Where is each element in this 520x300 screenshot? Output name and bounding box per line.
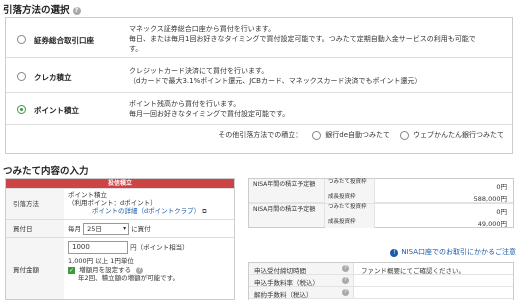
- fee-row: 申込受付締切時間? ファンド概要にてご確認ください。: [249, 263, 513, 275]
- nisa-row: NISA月間の積立予定額 つみたて投資枠 0円 成長投資枠 49,000円: [249, 203, 513, 228]
- increase-checkbox[interactable]: ✓: [68, 266, 75, 274]
- other-methods-prefix: その他引落方法での積立：: [218, 131, 303, 139]
- fee-row: 申込手数料率（税込）?: [249, 275, 513, 287]
- help-icon[interactable]: ?: [342, 265, 349, 272]
- row-date: 買付日 毎月 25日 に買付: [6, 219, 234, 237]
- row-amount: 買付金額 1000 円（ポイント相当） 1,000円 以上 1円単位 ✓ 増額月…: [6, 237, 234, 299]
- method-name: ポイント積立: [68, 191, 107, 199]
- fee-value: ファンド概要にてご確認ください。: [361, 267, 465, 275]
- nisa-value: 0円: [496, 208, 507, 216]
- method-desc-line: す。: [129, 45, 143, 53]
- nisa-value: 588,000円: [473, 195, 507, 203]
- input-panel: 投信積立 引落方法 ポイント積立 （利用ポイント：dポイント） ポイントの詳細（…: [5, 178, 235, 300]
- method-desc-line: （dカードで最大3.1%ポイント還元、JCBカード、マネックスカード決済でもポイ…: [129, 77, 422, 85]
- row-label: 引落方法: [6, 189, 64, 219]
- nisa-sub-label: 成長投資枠: [325, 216, 375, 228]
- help-icon[interactable]: ?: [72, 6, 81, 15]
- method-desc-line: ポイント残高から買付を行います。: [129, 100, 241, 108]
- method-desc-line: クレジットカード決済にて買付を行います。: [129, 67, 269, 75]
- date-suffix: に買付: [131, 225, 151, 233]
- nisa-value: 0円: [496, 183, 507, 191]
- nisa-note-text[interactable]: NISA口座でのお取引にかかるご注意: [401, 248, 516, 256]
- row-method: 引落方法 ポイント積立 （利用ポイント：dポイント） ポイントの詳細（dポイント…: [6, 188, 234, 219]
- date-select[interactable]: 25日: [83, 223, 130, 235]
- help-icon[interactable]: ?: [136, 266, 144, 274]
- radio-bank-auto[interactable]: [312, 130, 322, 140]
- amount-unit: 円（ポイント相当）: [130, 243, 189, 252]
- nisa-note-link[interactable]: ! NISA口座でのお取引にかかるご注意: [390, 247, 516, 257]
- method-label: クレカ積立: [34, 73, 72, 82]
- section-title-payment-method: 引落方法の選択?: [3, 2, 81, 16]
- method-label: 証券総合取引口座: [34, 36, 94, 45]
- point-detail-link[interactable]: ポイントの詳細（dポイントクラブ）: [92, 207, 200, 215]
- nisa-row: NISA年間の積立予定額 つみたて投資枠 0円 成長投資枠 588,000円: [249, 179, 513, 203]
- row-label: 買付日: [6, 220, 64, 237]
- method-description: クレジットカード決済にて買付を行います。 （dカードで最大3.1%ポイント還元、…: [129, 66, 509, 86]
- section-title-input: つみたて内容の入力: [3, 166, 89, 177]
- payment-method-box: 証券総合取引口座 マネックス証券総合口座から買付を行います。 毎日、または毎月1…: [5, 17, 513, 154]
- input-panel-header: 投信積立: [6, 179, 234, 188]
- radio-point[interactable]: [17, 105, 26, 114]
- external-link-icon: ⧉: [202, 208, 207, 215]
- other-methods: その他引落方法での積立： 銀行de自動つみたて ウェブかんたん銀行つみたて: [218, 130, 504, 140]
- increase-note: 年2回、積立額の増額が可能です。: [78, 274, 179, 282]
- method-description: マネックス証券総合口座から買付を行います。 毎日、または毎月1回お好きなタイミン…: [129, 24, 509, 54]
- method-desc-line: 毎日、または毎月1回お好きなタイミングで買付設定可能です。つみたて定期自動入金サ…: [129, 35, 476, 43]
- method-label: ポイント積立: [34, 106, 79, 115]
- fee-label: 申込手数料率（税込）?: [249, 275, 354, 287]
- fee-row: 解約手数料（税込）?: [249, 287, 513, 299]
- info-icon: !: [390, 249, 399, 257]
- method-description: ポイント残高から買付を行います。 毎月一回お好きなタイミングで買付設定可能です。: [129, 99, 509, 119]
- nisa-sub-label: つみたて投資枠: [325, 204, 375, 216]
- nisa-sub-label: 成長投資枠: [325, 191, 375, 203]
- radio-web-bank[interactable]: [400, 130, 409, 140]
- nisa-plan-table: NISA年間の積立予定額 つみたて投資枠 0円 成長投資枠 588,000円 N…: [248, 178, 514, 228]
- help-icon[interactable]: ?: [342, 289, 349, 296]
- nisa-value: 49,000円: [477, 220, 507, 228]
- method-desc-line: 毎月一回お好きなタイミングで買付設定可能です。: [129, 110, 290, 118]
- fee-label: 解約手数料（税込）?: [249, 287, 354, 299]
- date-value: 毎月 25日 に買付: [68, 223, 151, 235]
- method-value: ポイント積立 （利用ポイント：dポイント） ポイントの詳細（dポイントクラブ） …: [68, 191, 207, 216]
- other-method-label[interactable]: ウェブかんたん銀行つみたて: [413, 130, 504, 140]
- date-prefix: 毎月: [68, 225, 81, 233]
- row-label: 買付金額: [6, 238, 64, 299]
- amount-min: 1,000円 以上 1円単位: [68, 257, 134, 265]
- method-desc-line: マネックス証券総合口座から買付を行います。: [129, 25, 276, 33]
- amount-input[interactable]: 1000: [68, 241, 128, 254]
- help-icon[interactable]: ?: [342, 277, 349, 284]
- nisa-main-label: NISA年間の積立予定額: [249, 179, 325, 202]
- radio-credit-card[interactable]: [17, 72, 26, 81]
- fee-label: 申込受付締切時間?: [249, 263, 354, 275]
- other-method-label[interactable]: 銀行de自動つみたて: [325, 130, 390, 140]
- increase-label[interactable]: 増額月を設定する: [79, 266, 131, 274]
- nisa-main-label: NISA月間の積立予定額: [249, 204, 325, 227]
- radio-securities-account[interactable]: [17, 35, 26, 44]
- method-option-credit-card[interactable]: クレカ積立 クレジットカード決済にて買付を行います。 （dカードで最大3.1%ポ…: [6, 58, 512, 93]
- method-option-securities-account[interactable]: 証券総合取引口座 マネックス証券総合口座から買付を行います。 毎日、または毎月1…: [6, 18, 512, 58]
- amount-value: 1000 円（ポイント相当） 1,000円 以上 1円単位 ✓ 増額月を設定する…: [68, 241, 189, 282]
- fee-table: 申込受付締切時間? ファンド概要にてご確認ください。 申込手数料率（税込）? 解…: [248, 262, 514, 300]
- method-option-point[interactable]: ポイント積立 ポイント残高から買付を行います。 毎月一回お好きなタイミングで買付…: [6, 93, 512, 125]
- method-sub: （利用ポイント：dポイント）: [68, 199, 157, 207]
- nisa-sub-label: つみたて投資枠: [325, 179, 375, 191]
